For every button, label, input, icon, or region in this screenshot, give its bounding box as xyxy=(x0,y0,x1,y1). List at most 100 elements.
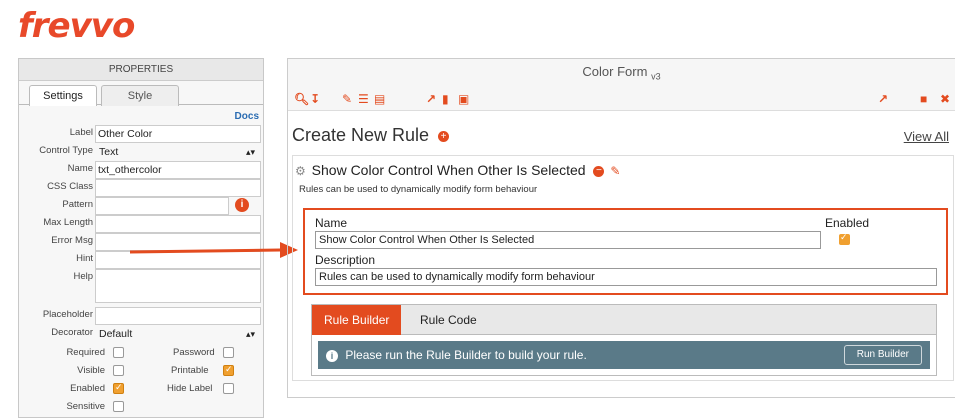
control-type-label: Control Type xyxy=(39,145,93,156)
create-rule-title: Create New Rule xyxy=(292,125,430,145)
hide-label-checkbox[interactable] xyxy=(223,383,234,394)
document-icon[interactable]: ▤ xyxy=(374,92,385,106)
sort-icon[interactable]: ↧ xyxy=(310,92,320,106)
sensitive-checkbox[interactable] xyxy=(113,401,124,412)
password-checkbox[interactable] xyxy=(223,347,234,358)
pattern-field[interactable] xyxy=(95,197,229,215)
css-class-label: CSS Class xyxy=(47,181,93,192)
name-row: Name txt_othercolor xyxy=(19,161,263,179)
help-row: Help xyxy=(19,269,263,303)
decorator-select[interactable]: Default ▴▾ xyxy=(95,325,261,343)
rule-builder-tabs: Rule Builder Rule Code xyxy=(312,305,936,335)
checkbox-row-3: Enabled Hide Label xyxy=(19,381,263,397)
view-all-link[interactable]: View All xyxy=(904,129,949,144)
error-msg-label: Error Msg xyxy=(51,235,93,246)
rule-details-highlight: Name Enabled Show Color Control When Oth… xyxy=(303,208,948,295)
pattern-label: Pattern xyxy=(62,199,93,210)
max-length-label: Max Length xyxy=(43,217,93,228)
help-label: Help xyxy=(73,271,93,282)
docs-link[interactable]: Docs xyxy=(235,111,259,122)
search-icon[interactable]: 🔍︎ xyxy=(294,92,309,106)
printable-checkbox[interactable] xyxy=(223,364,234,376)
book-icon[interactable]: ▮ xyxy=(442,92,449,106)
label-field-label: Label xyxy=(69,127,93,138)
remove-icon[interactable]: − xyxy=(593,165,605,177)
checkbox-row-2: Visible Printable xyxy=(19,363,263,379)
form-title: Color Form v3 xyxy=(288,59,955,87)
wand-icon[interactable]: ✎ xyxy=(342,92,352,106)
description-input[interactable]: Rules can be used to dynamically modify … xyxy=(315,268,937,286)
css-class-field[interactable] xyxy=(95,179,261,197)
lock-icon[interactable]: ▣ xyxy=(458,92,469,106)
rule-builder-message: i Please run the Rule Builder to build y… xyxy=(318,341,930,369)
select-caret-icon: ▴▾ xyxy=(245,147,255,157)
password-label: Password xyxy=(173,347,215,358)
control-type-row: Control Type Text ▴▾ xyxy=(19,143,263,161)
max-length-row: Max Length xyxy=(19,215,263,233)
rule-box: ⚙ Show Color Control When Other Is Selec… xyxy=(292,155,954,381)
rule-builder-message-text: Please run the Rule Builder to build you… xyxy=(345,348,587,362)
checkbox-row-1: Required Password xyxy=(19,345,263,361)
rule-name-label: Name xyxy=(315,216,348,230)
save-icon[interactable]: ■ xyxy=(920,92,927,106)
info-icon: i xyxy=(326,349,338,362)
run-builder-button[interactable]: Run Builder xyxy=(843,345,922,365)
hide-label-label: Hide Label xyxy=(167,383,213,394)
decorator-label: Decorator xyxy=(51,327,93,338)
required-checkbox[interactable] xyxy=(113,347,124,358)
checkbox-row-4: Sensitive xyxy=(19,399,263,415)
decorator-row: Decorator Default ▴▾ xyxy=(19,325,263,343)
rule-title-text: Show Color Control When Other Is Selecte… xyxy=(311,162,586,178)
create-rule-heading: Create New Rule + xyxy=(292,125,450,146)
label-row: Label Other Color xyxy=(19,125,263,143)
properties-header: PROPERTIES xyxy=(19,59,263,81)
properties-tabs: Settings Style xyxy=(19,81,263,106)
name-field-label: Name xyxy=(67,163,93,174)
help-textarea[interactable] xyxy=(95,269,261,303)
placeholder-row: Placeholder xyxy=(19,307,263,325)
sensitive-label: Sensitive xyxy=(66,401,105,412)
pencil-icon[interactable]: ✎ xyxy=(610,164,620,178)
select-caret-icon: ▴▾ xyxy=(245,329,255,339)
form-version: v3 xyxy=(651,71,661,82)
external-link-icon[interactable]: ↗ xyxy=(426,92,436,106)
required-label: Required xyxy=(66,347,105,358)
control-type-select[interactable]: Text ▴▾ xyxy=(95,143,261,161)
description-label: Description xyxy=(315,253,376,267)
info-icon[interactable]: i xyxy=(235,198,249,212)
tab-rule-builder[interactable]: Rule Builder xyxy=(312,305,402,335)
rule-subtitle: Rules can be used to dynamically modify … xyxy=(299,184,538,195)
rule-enabled-checkbox[interactable] xyxy=(839,232,850,245)
arrow-annotation xyxy=(130,242,298,258)
frevvo-logo: frevvo xyxy=(18,6,135,46)
tab-settings[interactable]: Settings xyxy=(29,85,97,106)
enabled-label: Enabled xyxy=(70,383,105,394)
control-type-value: Text xyxy=(99,146,119,158)
decorator-value: Default xyxy=(99,328,133,340)
placeholder-field[interactable] xyxy=(95,307,261,325)
rule-name-input[interactable]: Show Color Control When Other Is Selecte… xyxy=(315,231,821,249)
visible-label: Visible xyxy=(77,365,105,376)
enabled-checkbox[interactable] xyxy=(113,382,124,394)
css-class-row: CSS Class xyxy=(19,179,263,197)
label-field[interactable]: Other Color xyxy=(95,125,261,143)
magic-wand-icon[interactable]: ↗ xyxy=(878,92,888,106)
list-icon[interactable]: ☰ xyxy=(358,92,369,106)
add-icon[interactable]: + xyxy=(438,130,450,142)
enabled-toggle-label: Enabled xyxy=(825,216,870,230)
gear-icon: ⚙ xyxy=(295,164,306,178)
rule-title: ⚙ Show Color Control When Other Is Selec… xyxy=(295,162,620,178)
close-icon[interactable]: ✖ xyxy=(940,92,950,106)
max-length-field[interactable] xyxy=(95,215,261,233)
name-field[interactable]: txt_othercolor xyxy=(95,161,261,179)
form-title-text: Color Form xyxy=(582,64,648,79)
placeholder-label: Placeholder xyxy=(42,309,93,320)
visible-checkbox[interactable] xyxy=(113,365,124,376)
tab-style[interactable]: Style xyxy=(101,85,179,106)
hint-label: Hint xyxy=(76,253,93,264)
properties-panel: PROPERTIES Settings Style Docs Label Oth… xyxy=(18,58,264,418)
tab-rule-code[interactable]: Rule Code xyxy=(408,305,489,335)
toolbar: 🔍︎ ↧ ✎ ☰ ▤ ↗ ▮ ▣ ↗ ■ ✖ xyxy=(288,87,955,111)
form-panel: Color Form v3 🔍︎ ↧ ✎ ☰ ▤ ↗ ▮ ▣ ↗ ■ ✖ Cre… xyxy=(287,58,955,398)
pattern-row: Pattern i xyxy=(19,197,263,215)
